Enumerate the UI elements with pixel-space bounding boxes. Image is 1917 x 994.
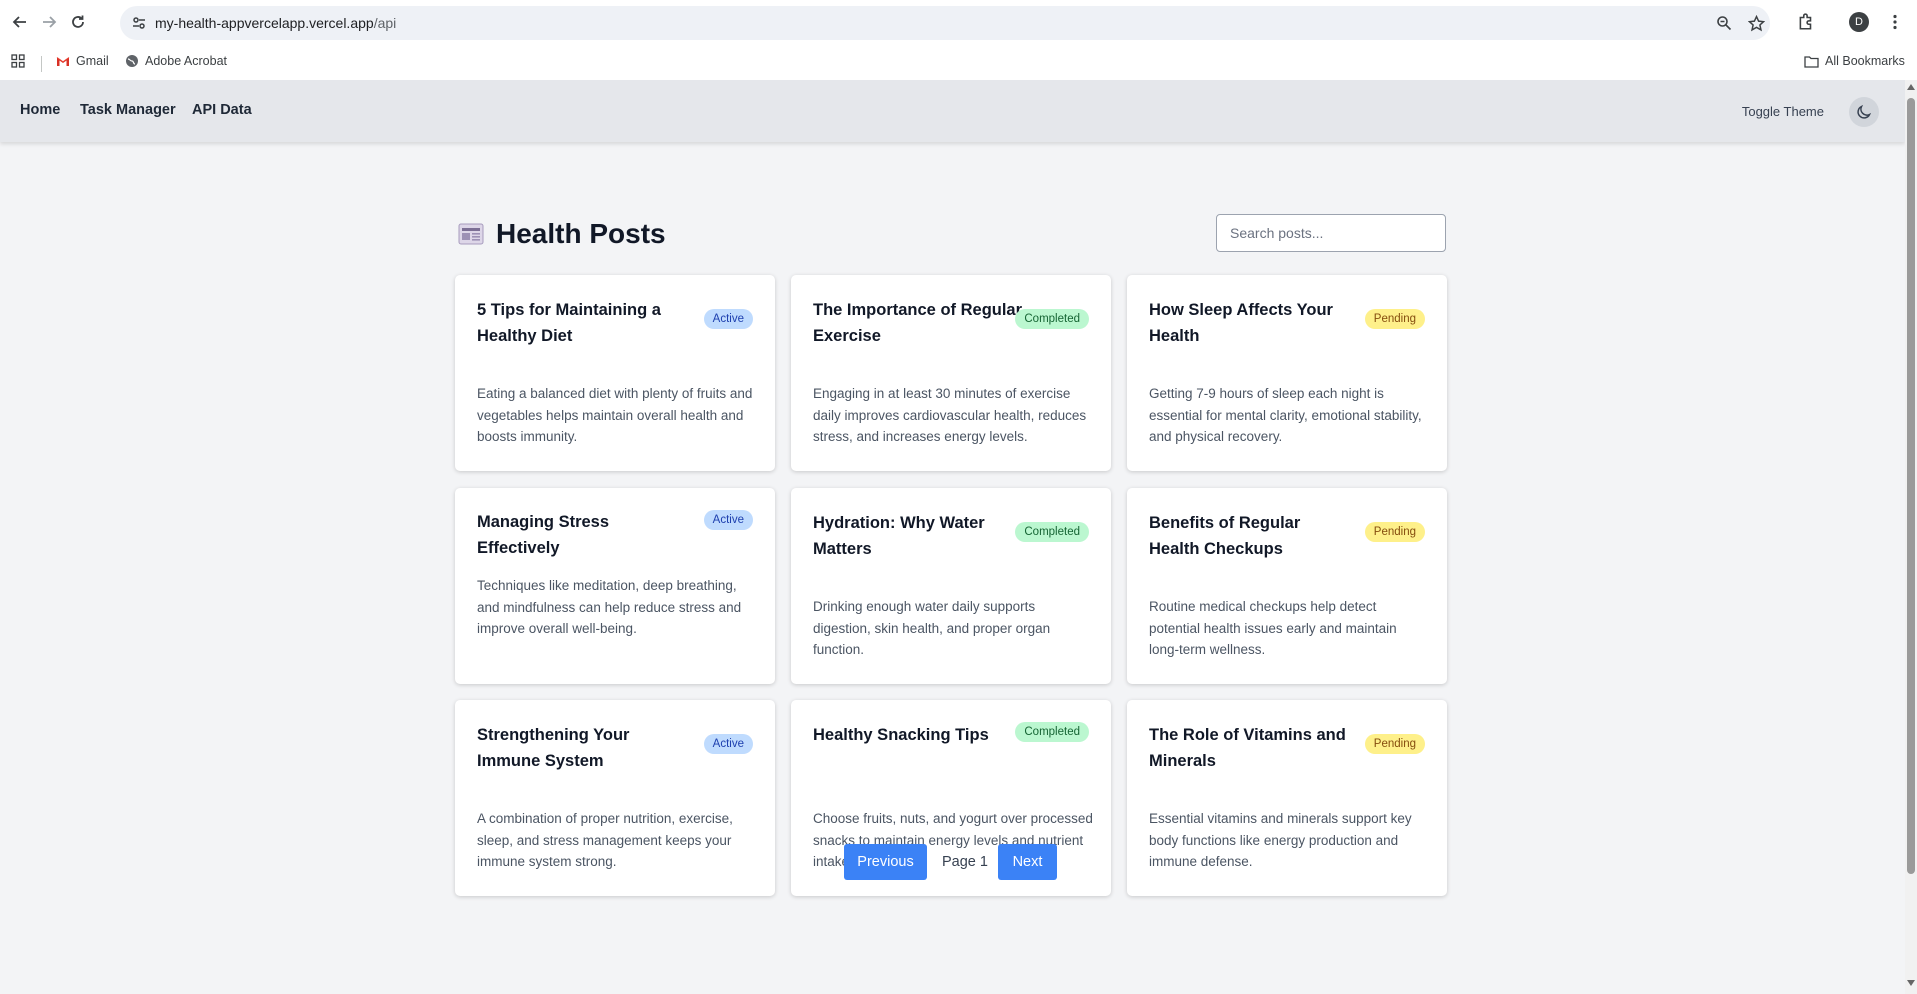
folder-icon: [1804, 55, 1819, 68]
page-scrollbar[interactable]: [1905, 80, 1917, 994]
post-body: Eating a balanced diet with plenty of fr…: [477, 386, 753, 444]
status-badge: Active: [703, 309, 753, 329]
apps-grid-icon[interactable]: [11, 54, 25, 68]
back-arrow-icon[interactable]: [9, 11, 31, 33]
browser-menu-icon[interactable]: [1884, 11, 1906, 33]
previous-button[interactable]: Previous: [844, 844, 927, 880]
toggle-theme-button[interactable]: [1849, 97, 1879, 127]
zoom-icon[interactable]: [1715, 14, 1733, 32]
post-body: Getting 7-9 hours of sleep each night is…: [1149, 386, 1422, 444]
bookmark-label: Adobe Acrobat: [145, 54, 228, 68]
post-card[interactable]: 5 Tips for Maintaining a Healthy Diet Ac…: [455, 275, 775, 471]
post-card[interactable]: Benefits of Regular Health Checkups Pend…: [1127, 488, 1447, 684]
post-body: A combination of proper nutrition, exerc…: [477, 811, 733, 869]
browser-toolbar: my-health-appvercelapp.vercel.app/api D: [0, 0, 1917, 46]
site-info-icon[interactable]: [130, 14, 148, 32]
globe-icon: [126, 55, 138, 67]
status-badge: Completed: [1015, 309, 1089, 329]
post-card[interactable]: Managing Stress Effectively Active Techn…: [455, 488, 775, 684]
status-badge: Pending: [1364, 734, 1425, 754]
status-badge: Pending: [1364, 522, 1425, 542]
status-badge: Active: [703, 734, 753, 754]
status-badge: Active: [703, 510, 753, 530]
page-indicator: Page 1: [942, 854, 988, 870]
forward-arrow-icon[interactable]: [38, 11, 60, 33]
nav-link-home[interactable]: Home: [20, 102, 60, 118]
all-bookmarks-label: All Bookmarks: [1825, 54, 1905, 68]
bookmark-label: Gmail: [76, 54, 109, 68]
post-card[interactable]: Strengthening Your Immune System Active …: [455, 700, 775, 896]
post-body: Essential vitamins and minerals support …: [1149, 811, 1412, 869]
post-title: Strengthening Your Immune System: [477, 726, 630, 770]
post-card[interactable]: The Role of Vitamins and Minerals Pendin…: [1127, 700, 1447, 896]
reload-icon[interactable]: [67, 11, 89, 33]
moon-icon: [1857, 104, 1872, 119]
post-title: Healthy Snacking Tips: [813, 726, 989, 744]
next-button[interactable]: Next: [998, 844, 1057, 880]
url-text: my-health-appvercelapp.vercel.app/api: [155, 15, 396, 31]
post-title: The Importance of Regular Exercise: [813, 301, 1023, 345]
toggle-theme-label: Toggle Theme: [1741, 104, 1824, 119]
post-title: The Role of Vitamins and Minerals: [1149, 726, 1346, 770]
post-body: Routine medical checkups help detect pot…: [1149, 599, 1397, 657]
post-card[interactable]: Hydration: Why Water Matters Completed D…: [791, 488, 1111, 684]
post-body: Engaging in at least 30 minutes of exerc…: [813, 386, 1087, 444]
status-badge: Pending: [1364, 309, 1425, 329]
profile-initial: D: [1849, 12, 1869, 32]
bookmarks-divider: [41, 56, 42, 72]
bookmark-gmail[interactable]: Gmail: [56, 54, 109, 68]
post-card[interactable]: How Sleep Affects Your Health Pending Ge…: [1127, 275, 1447, 471]
bookmark-adobe-acrobat[interactable]: Adobe Acrobat: [125, 54, 227, 68]
all-bookmarks[interactable]: All Bookmarks: [1804, 54, 1905, 68]
scroll-up-arrow-icon[interactable]: [1907, 84, 1915, 90]
bookmarks-bar: Gmail Adobe Acrobat All Bookmarks: [0, 46, 1917, 80]
page-heading: Health Posts: [458, 218, 666, 250]
search-input[interactable]: [1216, 214, 1446, 252]
post-title: Hydration: Why Water Matters: [813, 514, 985, 558]
url-host: my-health-appvercelapp.vercel.app: [155, 15, 374, 31]
status-badge: Completed: [1015, 522, 1089, 542]
post-title: Benefits of Regular Health Checkups: [1149, 514, 1301, 558]
scroll-down-arrow-icon[interactable]: [1907, 980, 1915, 986]
app-navbar: Home Task Manager API Data Toggle Theme: [0, 80, 1905, 142]
profile-avatar-icon[interactable]: D: [1848, 11, 1870, 33]
extensions-icon[interactable]: [1795, 11, 1817, 33]
gmail-icon: [56, 56, 70, 66]
newspaper-icon: [458, 223, 484, 245]
nav-link-api-data[interactable]: API Data: [192, 102, 252, 118]
post-title: Managing Stress Effectively: [477, 513, 610, 557]
post-body: Techniques like meditation, deep breathi…: [477, 578, 742, 636]
bookmark-star-icon[interactable]: [1747, 14, 1765, 32]
page-title: Health Posts: [496, 218, 666, 249]
post-card[interactable]: The Importance of Regular Exercise Compl…: [791, 275, 1111, 471]
post-title: How Sleep Affects Your Health: [1149, 301, 1333, 345]
post-body: Drinking enough water daily supports dig…: [813, 599, 1051, 657]
post-title: 5 Tips for Maintaining a Healthy Diet: [477, 301, 661, 345]
url-path: /api: [373, 15, 397, 31]
nav-link-task-manager[interactable]: Task Manager: [80, 102, 176, 118]
address-bar[interactable]: my-health-appvercelapp.vercel.app/api: [120, 6, 1770, 40]
status-badge: Completed: [1015, 722, 1089, 742]
scroll-thumb[interactable]: [1907, 98, 1915, 874]
